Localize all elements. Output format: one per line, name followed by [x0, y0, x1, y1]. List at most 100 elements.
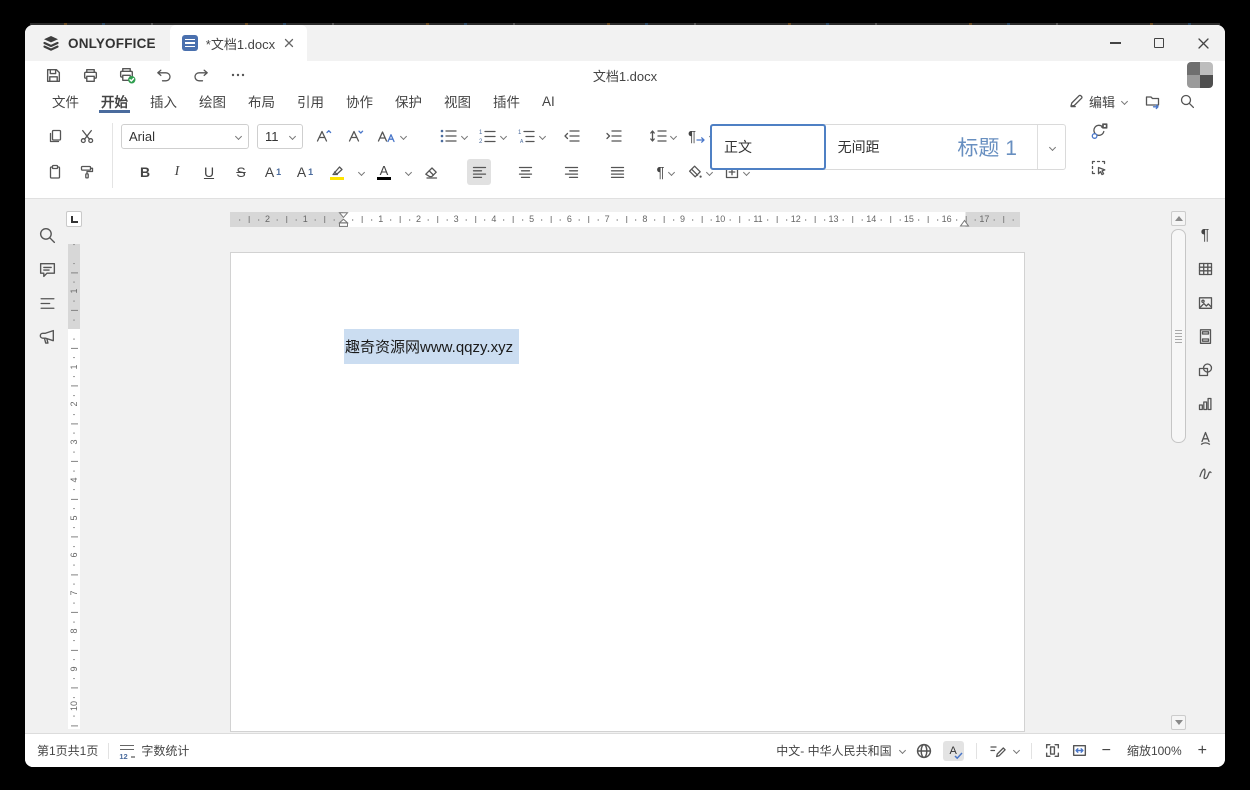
quick-print-button[interactable] [115, 64, 139, 86]
chart-settings-button[interactable] [1191, 390, 1219, 418]
table-settings-button[interactable] [1191, 255, 1219, 283]
scrollbar-thumb[interactable] [1171, 229, 1186, 443]
align-center-button[interactable] [513, 159, 537, 185]
multilevel-list-button[interactable]: 1A [516, 123, 547, 149]
decrease-indent-button[interactable] [559, 123, 583, 149]
style-no-spacing[interactable]: 无间距 [826, 125, 938, 169]
image-settings-button[interactable] [1191, 289, 1219, 317]
open-file-location-button[interactable] [1144, 92, 1162, 110]
styles-gallery-dropdown[interactable] [1037, 125, 1065, 169]
redo-button[interactable] [189, 64, 213, 86]
text-art-settings-button[interactable] [1191, 424, 1219, 452]
tab-stop-selector[interactable] [66, 211, 82, 227]
tab-plugins[interactable]: 插件 [482, 89, 531, 113]
copy-button[interactable] [43, 123, 67, 149]
numbered-list-button[interactable]: 12 [477, 123, 508, 149]
onlyoffice-logo-icon [43, 36, 59, 51]
track-changes-button[interactable] [989, 742, 1020, 759]
brand-label: ONLYOFFICE [68, 35, 156, 51]
font-color-dropdown[interactable] [404, 168, 413, 176]
save-button[interactable] [41, 64, 65, 86]
tab-close-icon[interactable] [283, 37, 295, 49]
strikethrough-button[interactable]: S [229, 159, 253, 185]
word-count-label: 字数统计 [141, 744, 190, 758]
right-indent-marker[interactable] [958, 212, 971, 227]
header-footer-settings-button[interactable] [1191, 322, 1219, 350]
zoom-out-button[interactable]: − [1098, 742, 1115, 760]
highlight-color-dropdown[interactable] [357, 168, 366, 176]
minimize-button[interactable] [1093, 25, 1137, 61]
comments-panel-button[interactable] [33, 255, 61, 283]
select-all-button[interactable] [1087, 155, 1111, 181]
tab-view[interactable]: 视图 [433, 89, 482, 113]
fit-width-button[interactable] [1071, 742, 1088, 759]
document-language-button[interactable] [915, 742, 933, 760]
highlight-color-button[interactable] [325, 159, 349, 185]
maximize-button[interactable] [1137, 25, 1181, 61]
navigation-panel-button[interactable] [33, 289, 61, 317]
bullet-list-button[interactable] [438, 123, 469, 149]
tab-draw[interactable]: 绘图 [188, 89, 237, 113]
document-page[interactable]: 趣奇资源网www.qqzy.xyz [230, 252, 1025, 732]
close-button[interactable] [1181, 25, 1225, 61]
replace-button[interactable] [1087, 118, 1111, 144]
tab-home[interactable]: 开始 [90, 89, 139, 113]
styles-gallery: 正文 无间距 标题 1 [710, 124, 1066, 170]
word-count-button[interactable]: 12 字数统计 [119, 742, 190, 761]
tab-file[interactable]: 文件 [41, 89, 90, 113]
scroll-up-button[interactable] [1171, 211, 1186, 226]
app-window: ONLYOFFICE *文档1.docx 文档1.docx 文件 开始 插入 绘… [25, 25, 1225, 767]
style-heading1[interactable]: 标题 1 [937, 125, 1037, 169]
page-number-indicator[interactable]: 第1页共1页 [25, 742, 98, 759]
fit-page-button[interactable] [1044, 742, 1061, 759]
indent-markers[interactable] [337, 212, 350, 227]
increase-font-size-button[interactable] [311, 123, 335, 149]
paste-button[interactable] [43, 159, 67, 185]
cut-button[interactable] [75, 123, 99, 149]
signature-settings-button[interactable] [1191, 458, 1219, 486]
tab-insert[interactable]: 插入 [139, 89, 188, 113]
format-painter-button[interactable] [75, 159, 99, 185]
tab-layout[interactable]: 布局 [237, 89, 286, 113]
horizontal-ruler[interactable]: 2 1 1 2 3 4 5 6 7 8 9 10 11 12 13 14 15 16 17 [230, 212, 1020, 227]
show-paragraph-marks-button[interactable]: ¶ [653, 159, 677, 185]
search-button[interactable] [1179, 93, 1195, 109]
tab-references[interactable]: 引用 [286, 89, 335, 113]
clear-formatting-button[interactable] [419, 159, 443, 185]
increase-indent-button[interactable] [601, 123, 625, 149]
font-name-combo[interactable]: Arial [121, 123, 249, 149]
spell-check-button[interactable]: A [942, 740, 964, 761]
zoom-in-button[interactable]: + [1194, 742, 1211, 760]
align-right-button[interactable] [559, 159, 583, 185]
bold-button[interactable]: B [133, 159, 157, 185]
customize-quick-access-button[interactable] [226, 64, 250, 86]
subscript-button[interactable]: A1 [293, 159, 317, 185]
editing-mode-button[interactable]: 编辑 [1068, 92, 1129, 111]
italic-button[interactable]: I [165, 159, 189, 185]
shape-settings-button[interactable] [1191, 356, 1219, 384]
language-selector[interactable]: 中文- 中华人民共和国 [776, 742, 906, 759]
underline-button[interactable]: U [197, 159, 221, 185]
scroll-down-button[interactable] [1171, 715, 1186, 730]
undo-button[interactable] [152, 64, 176, 86]
tab-protection[interactable]: 保护 [384, 89, 433, 113]
tab-ai[interactable]: AI [531, 89, 566, 113]
font-color-button[interactable]: A [372, 159, 396, 185]
vertical-ruler[interactable]: 1 1 2 3 4 5 6 7 8 9 10 [68, 244, 80, 729]
style-normal[interactable]: 正文 [710, 124, 826, 170]
paragraph-settings-button[interactable]: ¶ [1191, 222, 1219, 250]
font-size-combo[interactable]: 11 [257, 123, 303, 149]
tab-collaboration[interactable]: 协作 [335, 89, 384, 113]
decrease-font-size-button[interactable] [343, 123, 367, 149]
selected-text[interactable]: 趣奇资源网www.qqzy.xyz [344, 329, 519, 364]
superscript-button[interactable]: A1 [261, 159, 285, 185]
user-avatar[interactable] [1187, 62, 1213, 88]
line-spacing-button[interactable] [647, 123, 678, 149]
justify-button[interactable] [605, 159, 629, 185]
document-tab[interactable]: *文档1.docx [169, 25, 308, 61]
find-panel-button[interactable] [33, 221, 61, 249]
change-case-button[interactable] [375, 123, 408, 149]
print-button[interactable] [78, 64, 102, 86]
align-left-button[interactable] [467, 159, 491, 185]
feedback-button[interactable] [33, 323, 61, 351]
